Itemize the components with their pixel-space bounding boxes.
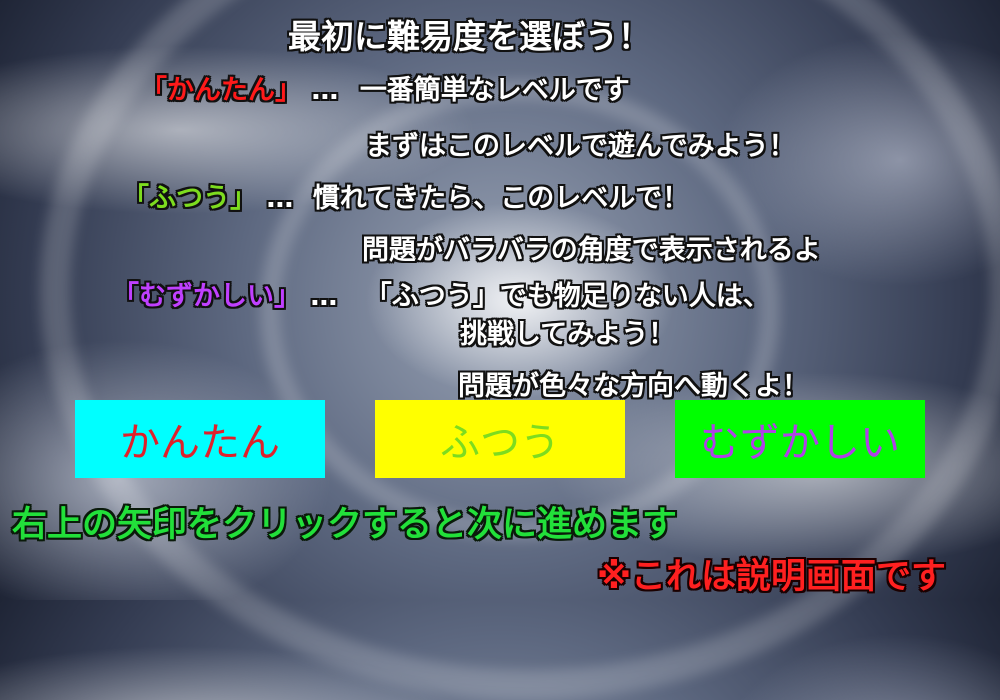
next-hint: 右上の矢印をクリックすると次に進めます xyxy=(12,505,678,545)
hard-description-line3: 問題が色々な方向へ動くよ！ xyxy=(458,371,809,402)
explanation-note: ※これは説明画面です xyxy=(597,557,947,597)
easy-description-row: 「かんたん」 … 一番簡単なレベルです xyxy=(140,68,630,107)
hard-button-label: むずかしい xyxy=(700,420,900,466)
normal-description-line1: 慣れてきたら、このレベルで！ xyxy=(312,183,690,214)
normal-button-label: ふつう xyxy=(440,420,560,466)
normal-label: 「ふつう」 xyxy=(122,183,257,214)
easy-button[interactable]: かんたん xyxy=(75,400,325,478)
hard-button[interactable]: むずかしい xyxy=(675,400,925,478)
hard-ellipsis: … xyxy=(310,281,338,312)
page-title: 最初に難易度を選ぼう！ xyxy=(288,17,651,56)
easy-label: 「かんたん」 xyxy=(140,75,302,106)
normal-description-row: 「ふつう」 … 慣れてきたら、このレベルで！ xyxy=(122,176,689,215)
easy-ellipsis: … xyxy=(311,75,339,106)
hard-description-line2: 挑戦してみよう！ xyxy=(460,319,676,350)
normal-ellipsis: … xyxy=(266,183,294,214)
hard-description-line1: 「ふつう」でも物足りない人は、 xyxy=(364,281,770,312)
easy-description-line2: まずはこのレベルで遊んでみよう！ xyxy=(365,131,796,162)
hard-label: 「むずかしい」 xyxy=(112,281,301,312)
easy-description-line1: 一番簡単なレベルです xyxy=(359,75,630,106)
normal-button[interactable]: ふつう xyxy=(375,400,625,478)
hard-description-row: 「むずかしい」 … 「ふつう」でも物足りない人は、 xyxy=(112,274,770,313)
tutorial-screen: { "heading": "最初に難易度を選ぼう！", "easy_desc":… xyxy=(0,0,1000,700)
easy-button-label: かんたん xyxy=(120,420,280,466)
normal-description-line2: 問題がバラバラの角度で表示されるよ xyxy=(362,235,821,266)
